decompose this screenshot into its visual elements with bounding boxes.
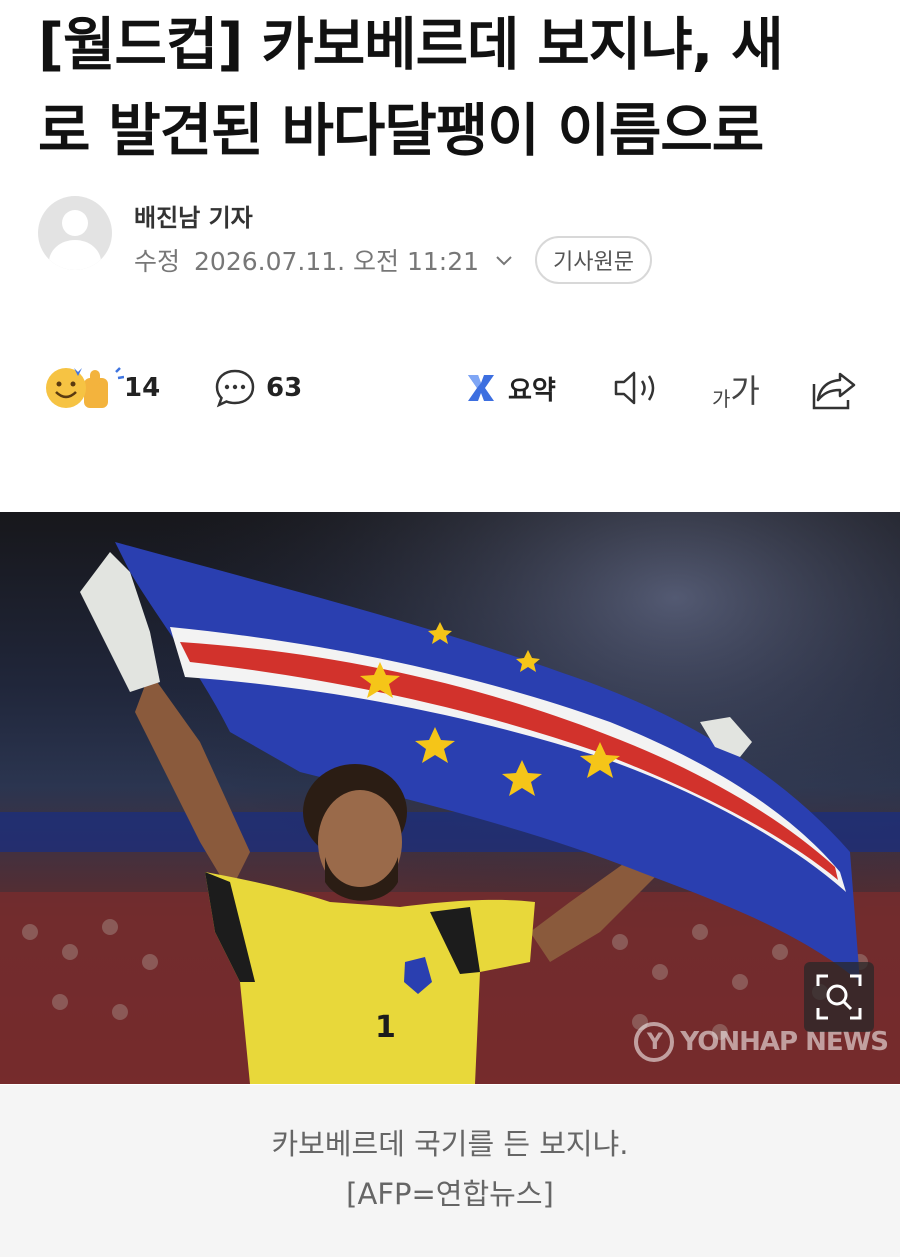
article-photo[interactable]: 1 Y YONHAP NEWS xyxy=(0,512,900,1084)
speaker-icon[interactable] xyxy=(612,368,662,408)
original-article-button[interactable]: 기사원문 xyxy=(535,236,653,284)
share-icon[interactable] xyxy=(810,368,858,412)
zoom-icon xyxy=(816,974,862,1020)
reaction-count: 14 xyxy=(124,373,161,403)
summary-label: 요약 xyxy=(508,375,556,406)
chevron-down-icon[interactable] xyxy=(495,251,513,269)
summary-icon xyxy=(468,375,494,401)
comment-bubble-icon xyxy=(215,369,255,408)
headline-line-2: 로 발견된 바다달팽이 이름으로 xyxy=(38,98,764,164)
comment-button[interactable]: 63 xyxy=(214,362,302,414)
caption-line-2: [AFP=연합뉴스] xyxy=(346,1177,554,1211)
photo-illustration: 1 xyxy=(0,512,900,1084)
article-headline: [월드컵] 카보베르데 보지냐, 새 로 발견된 바다달팽이 이름으로 xyxy=(38,2,878,174)
font-size-big: 가 xyxy=(730,372,760,410)
reporter-name[interactable]: 배진남 기자 xyxy=(134,198,253,233)
caption-line-1: 카보베르데 국기를 든 보지냐. xyxy=(271,1127,629,1161)
headline-line-1: [월드컵] 카보베르데 보지냐, 새 xyxy=(38,12,784,78)
timestamp-row: 수정 2026.07.11. 오전 11:21 기사원문 xyxy=(134,236,653,284)
jersey-number: 1 xyxy=(375,1010,396,1045)
article-toolbar: 14 63 요약 가 가 xyxy=(40,362,860,414)
photo-zoom-button[interactable] xyxy=(804,962,874,1032)
emoji-reaction-icon xyxy=(46,367,124,408)
byline: 배진남 기자 수정 2026.07.11. 오전 11:21 기사원문 xyxy=(38,196,878,286)
comment-count: 63 xyxy=(266,373,303,403)
edit-label: 수정 xyxy=(134,247,181,276)
font-size-small: 가 xyxy=(712,387,731,411)
summary-button[interactable]: 요약 xyxy=(464,362,556,414)
photo-caption: 카보베르데 국기를 든 보지냐. [AFP=연합뉴스] xyxy=(0,1085,900,1257)
reporter-avatar[interactable] xyxy=(38,196,112,270)
reaction-button[interactable]: 14 xyxy=(40,362,160,414)
timestamp: 2026.07.11. 오전 11:21 xyxy=(194,247,480,276)
font-size-button[interactable]: 가 가 xyxy=(712,366,760,412)
